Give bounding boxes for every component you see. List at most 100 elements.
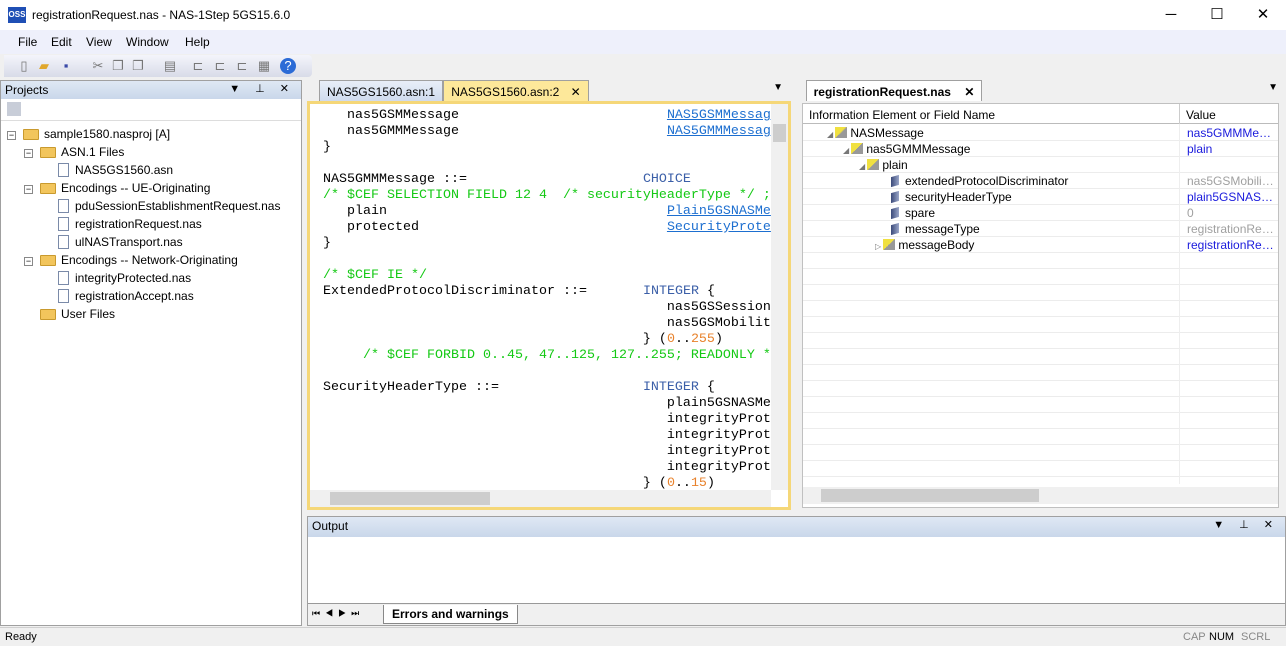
help-icon[interactable]: ? (280, 58, 296, 74)
tree-3-icon[interactable]: ⊏ (234, 58, 250, 74)
tree-item[interactable]: Encodings -- UE-Originating (40, 179, 210, 197)
tab-list-dropdown-icon[interactable]: ▼ (773, 82, 783, 93)
tab-errors-and-warnings[interactable]: Errors and warnings (383, 605, 518, 624)
tree-item[interactable]: NAS5GS1560.asn (58, 161, 173, 179)
horizontal-scrollbar[interactable] (803, 487, 1278, 504)
empty-row (803, 365, 1278, 381)
panel-controls[interactable]: ▼ ⊥ ✕ (1213, 518, 1279, 531)
code-token: plain5GSNASMe (323, 396, 771, 411)
field-value[interactable]: plain5GSNASMe... (1187, 190, 1277, 204)
paste-icon[interactable]: ❐ (130, 58, 146, 74)
tree-2-icon[interactable]: ⊏ (212, 58, 228, 74)
tab-2[interactable]: NAS5GS1560.asn:2 ✕ (443, 80, 589, 101)
code-token: nas5GSSession (323, 300, 771, 315)
type-reference-link[interactable]: Plain5GSNASMe (667, 204, 771, 219)
close-tab-icon[interactable]: ✕ (567, 85, 581, 99)
menu-edit[interactable]: Edit (51, 35, 72, 49)
column-header-name[interactable]: Information Element or Field Name (809, 108, 995, 122)
tab-navigation-arrows[interactable]: ⏮◀▶⏭ (312, 608, 364, 619)
tree-item[interactable]: Encodings -- Network-Originating (40, 251, 238, 269)
tree-item[interactable]: ulNASTransport.nas (58, 233, 183, 251)
code-token: nas5GSMMessage (323, 108, 459, 123)
grid-row[interactable]: ▷ messageBody registrationRequ... (803, 237, 1278, 253)
code-view[interactable]: nas5GSMMessage NAS5GSMMessag nas5GMMMess… (307, 101, 791, 510)
field-name: spare (905, 206, 936, 220)
grid-row[interactable]: spare 0 (803, 205, 1278, 221)
tree-item[interactable]: User Files (40, 305, 115, 323)
code-line: /* $CEF FORBID 0..45, 47..125, 127..255;… (323, 348, 771, 364)
caps-lock-indicator: CAP (1183, 631, 1206, 643)
maximize-button[interactable]: ☐ (1194, 0, 1240, 30)
field-name: messageType (905, 222, 980, 236)
type-reference-link[interactable]: SecurityProte (667, 220, 771, 235)
menu-window[interactable]: Window (126, 35, 169, 49)
tree-item[interactable]: integrityProtected.nas (58, 269, 191, 287)
grid-row[interactable]: ◢ plain (803, 157, 1278, 173)
table-icon[interactable]: ▦ (256, 58, 272, 74)
tree-item[interactable]: pduSessionEstablishmentRequest.nas (58, 197, 280, 215)
open-folder-icon[interactable]: ▰ (36, 58, 52, 74)
tab-registration-request[interactable]: registrationRequest.nas ✕ (806, 80, 982, 101)
empty-row (803, 253, 1278, 269)
print-icon[interactable]: ▤ (162, 58, 178, 74)
field-value[interactable]: registrationRequ... (1187, 222, 1277, 236)
menu-file[interactable]: File (18, 35, 37, 49)
tree-expander-icon[interactable]: − (7, 131, 16, 140)
expanded-triangle-icon[interactable]: ◢ (859, 162, 867, 171)
field-value[interactable]: registrationRequ... (1187, 238, 1277, 252)
code-token: /* $CEF FORBID 0..45, 47..125, 127..255;… (363, 348, 771, 363)
panel-controls[interactable]: ▼ ⊥ ✕ (229, 82, 295, 95)
collapsed-triangle-icon[interactable]: ▷ (875, 242, 883, 251)
expanded-triangle-icon[interactable]: ◢ (843, 146, 851, 155)
grid-row[interactable]: ◢ nas5GMMMessage plain (803, 141, 1278, 157)
minimize-button[interactable]: ─ (1148, 0, 1194, 30)
expanded-triangle-icon[interactable]: ◢ (827, 130, 835, 139)
field-value[interactable]: nas5GSMobility... (1187, 174, 1277, 188)
horizontal-scrollbar[interactable] (310, 490, 771, 507)
close-tab-icon[interactable]: ✕ (964, 85, 974, 99)
grid-row[interactable]: extendedProtocolDiscriminator nas5GSMobil… (803, 173, 1278, 189)
field-value[interactable]: plain (1187, 142, 1277, 156)
tab-list-dropdown-icon[interactable]: ▼ (1268, 82, 1278, 93)
code-token: 0 (666, 332, 675, 347)
menu-view[interactable]: View (86, 35, 112, 49)
scroll-thumb[interactable] (330, 492, 490, 505)
tree-item[interactable]: sample1580.nasproj [A] (23, 125, 170, 143)
new-file-icon[interactable]: ▯ (16, 58, 32, 74)
tree-item[interactable]: registrationRequest.nas (58, 215, 202, 233)
tree-1-icon[interactable]: ⊏ (190, 58, 206, 74)
field-name-cell: ◢ nas5GMMMessage (843, 142, 970, 156)
grid-row[interactable]: ◢ NASMessage nas5GMMMessa... (803, 125, 1278, 141)
copy-icon[interactable]: ❐ (110, 58, 126, 74)
save-icon[interactable]: ▪ (58, 58, 74, 74)
grid-row[interactable]: securityHeaderType plain5GSNASMe... (803, 189, 1278, 205)
code-line: nas5GSMMessage NAS5GSMMessag (323, 108, 771, 124)
projects-header: Projects ▼ ⊥ ✕ (1, 81, 301, 99)
menu-help[interactable]: Help (185, 35, 210, 49)
close-button[interactable]: ✕ (1240, 0, 1286, 30)
tree-expander-icon[interactable]: − (24, 257, 33, 266)
status-text: Ready (5, 631, 37, 643)
cut-icon[interactable]: ✂ (90, 58, 106, 74)
grid-row[interactable]: messageType registrationRequ... (803, 221, 1278, 237)
vertical-scrollbar[interactable] (771, 104, 788, 490)
field-value[interactable]: 0 (1187, 206, 1277, 220)
type-reference-link[interactable]: NAS5GSMMessag (667, 108, 771, 123)
app-logo-icon: OSS (8, 7, 26, 23)
project-properties-icon[interactable] (7, 102, 21, 116)
scroll-thumb[interactable] (773, 124, 786, 142)
tree-expander-icon[interactable]: − (24, 149, 33, 158)
tree-item[interactable]: ASN.1 Files (40, 143, 124, 161)
code-token: ) (714, 332, 723, 347)
tree-expander-icon[interactable]: − (24, 185, 33, 194)
type-reference-link[interactable]: NAS5GMMMessag (667, 124, 771, 139)
scroll-thumb[interactable] (821, 489, 1039, 502)
tree-item[interactable]: registrationAccept.nas (58, 287, 194, 305)
field-value[interactable]: nas5GMMMessa... (1187, 126, 1277, 140)
projects-toolbar (1, 99, 301, 121)
tab-1[interactable]: NAS5GS1560.asn:1 (319, 80, 443, 101)
column-header-value[interactable]: Value (1179, 104, 1216, 124)
tab-label: registrationRequest.nas (813, 85, 951, 99)
